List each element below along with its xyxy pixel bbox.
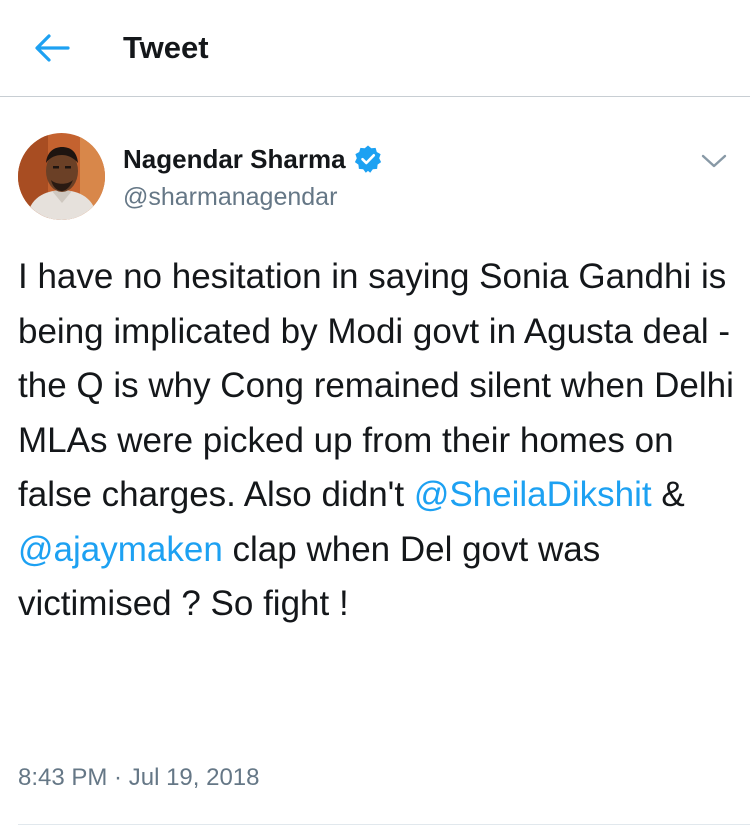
avatar[interactable]: [18, 133, 105, 220]
author-handle[interactable]: @sharmanagendar: [123, 181, 337, 213]
back-button[interactable]: [30, 28, 74, 68]
mention-link-ajay-maken[interactable]: @ajaymaken: [18, 530, 223, 569]
verified-badge-icon: [353, 144, 383, 174]
author-name[interactable]: Nagendar Sharma: [123, 143, 346, 175]
arrow-left-icon: [35, 34, 70, 62]
tweet-text: I have no hesitation in saying Sonia Gan…: [18, 250, 738, 632]
mention-link-sheila-dikshit[interactable]: @SheilaDikshit: [414, 475, 652, 514]
top-bar: Tweet: [0, 0, 750, 97]
chevron-down-icon: [701, 154, 727, 168]
tweet-timestamp: 8:43 PM · Jul 19, 2018: [18, 762, 260, 794]
tweet-time: 8:43 PM: [18, 764, 108, 791]
timestamp-separator: ·: [107, 764, 129, 791]
tweet-text-part: &: [651, 475, 685, 514]
page-title: Tweet: [123, 30, 209, 65]
divider: [18, 824, 750, 825]
author-name-row[interactable]: Nagendar Sharma: [123, 143, 383, 175]
more-options-button[interactable]: [696, 145, 732, 177]
tweet-date: Jul 19, 2018: [128, 764, 260, 791]
